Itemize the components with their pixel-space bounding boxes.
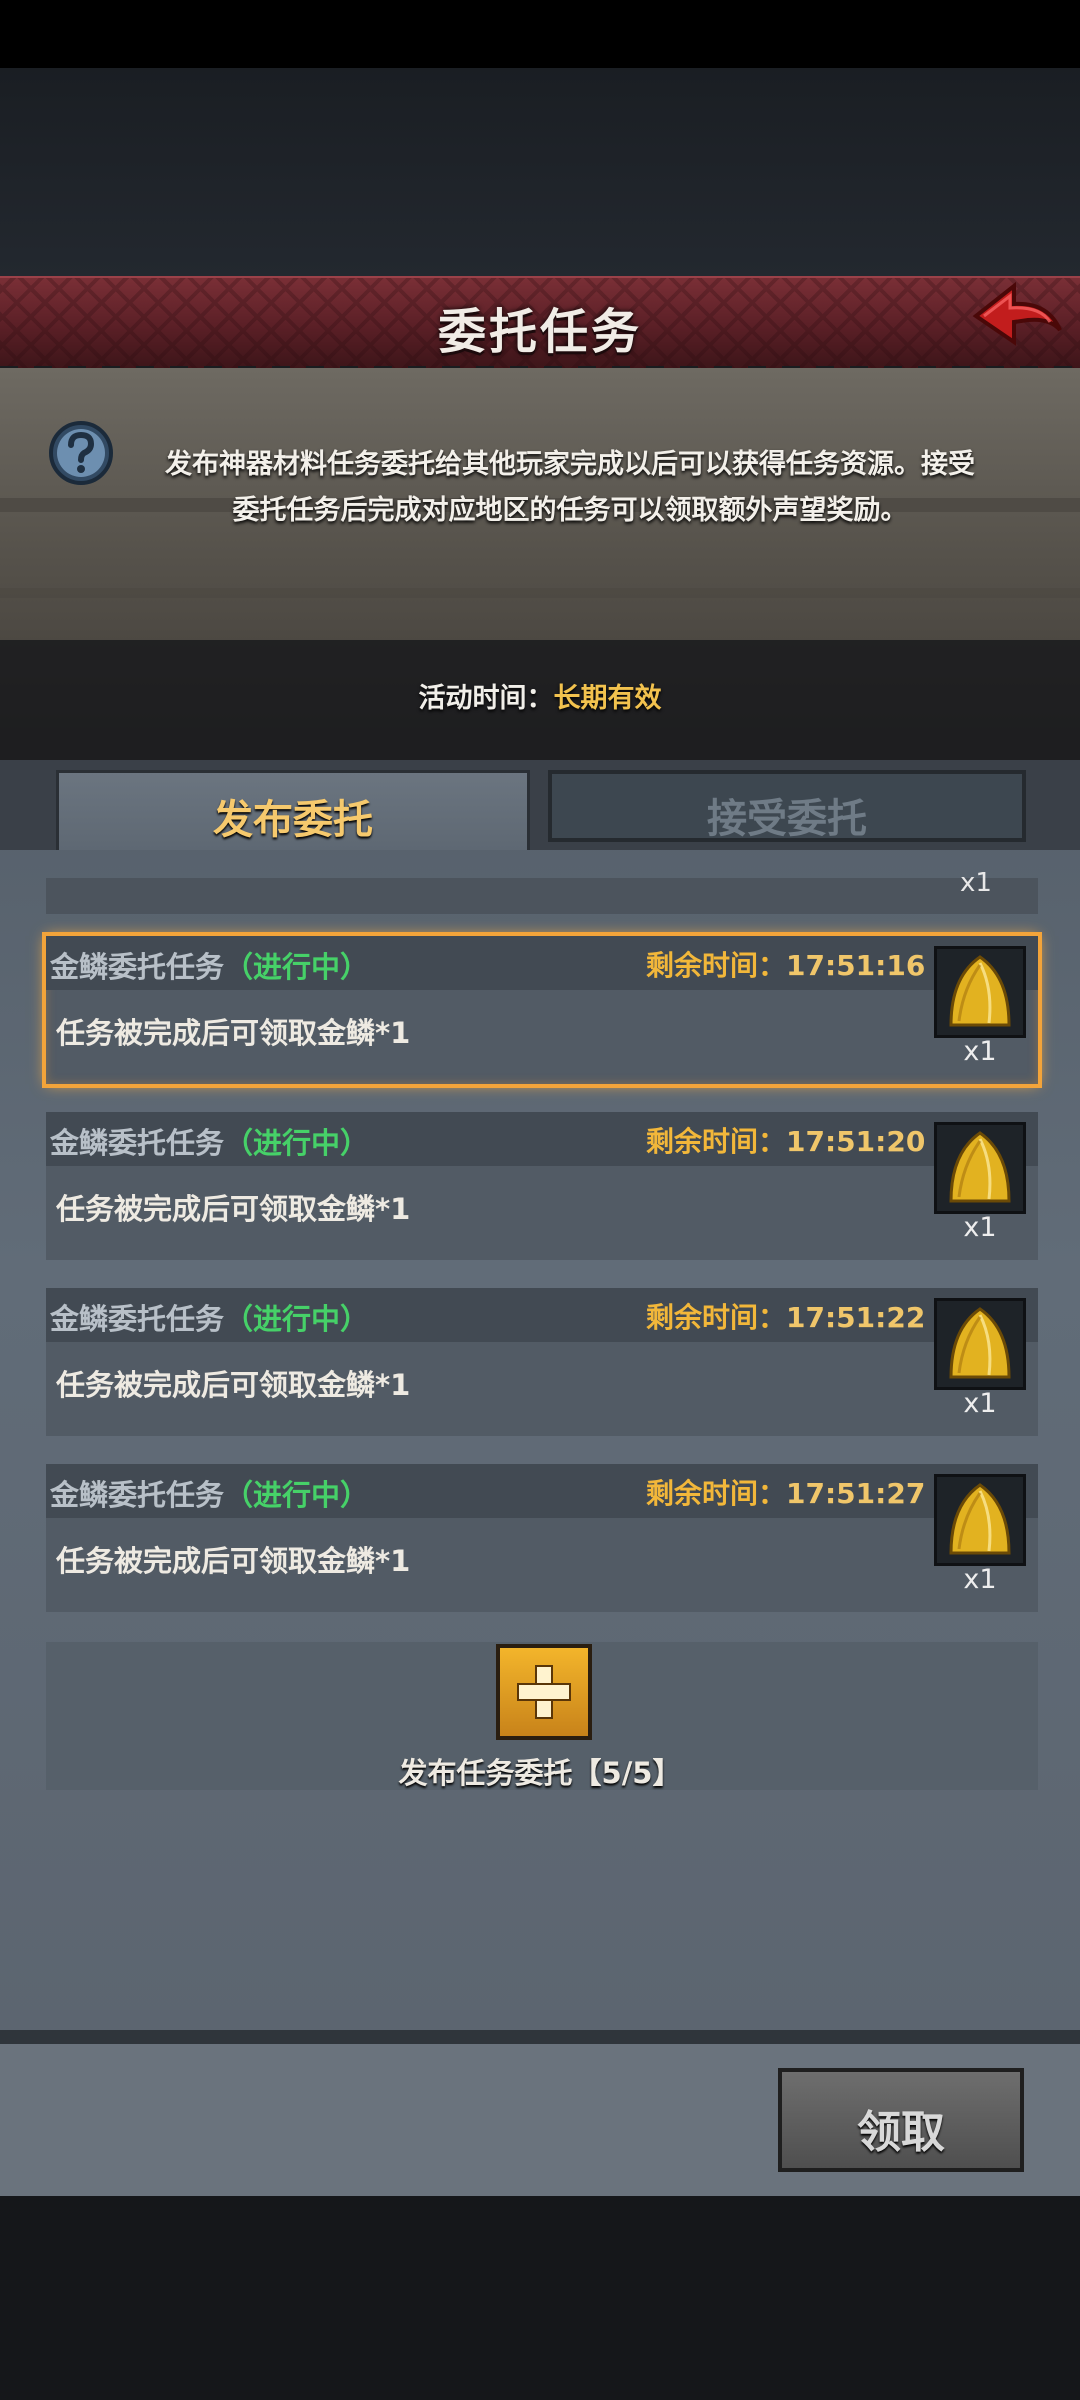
reward-qty: x1: [963, 1388, 997, 1419]
time-label: 剩余时间：: [646, 1477, 787, 1510]
divider: [0, 2030, 1080, 2044]
back-arrow-icon[interactable]: [970, 280, 1066, 356]
time-label: 剩余时间：: [646, 1125, 787, 1158]
task-name: 金鳞委托任务: [50, 1478, 225, 1512]
task-card[interactable]: 金鳞委托任务（进行中） 剩余时间：17:51:22 任务被完成后可领取金鳞*1 …: [46, 1288, 1038, 1436]
partial-reward-qty: x1: [960, 868, 992, 898]
bottom-background: [0, 2196, 1080, 2400]
claim-button[interactable]: 领取: [778, 2068, 1024, 2172]
partial-task-row: [46, 878, 1038, 914]
golden-scale-icon: [949, 1483, 1011, 1555]
task-description: 任务被完成后可领取金鳞*1: [56, 1368, 411, 1402]
reward-qty: x1: [963, 1564, 997, 1595]
reward-slot[interactable]: [934, 946, 1026, 1038]
reward-qty: x1: [963, 1212, 997, 1243]
time-value: 17:51:20: [786, 1125, 926, 1158]
task-name: 金鳞委托任务: [50, 1302, 225, 1336]
description: 发布神器材料任务委托给其他玩家完成以后可以获得任务资源。接受 委托任务后完成对应…: [165, 449, 975, 526]
task-description: 任务被完成后可领取金鳞*1: [56, 1544, 411, 1578]
reward-slot[interactable]: [934, 1122, 1026, 1214]
task-card[interactable]: 金鳞委托任务（进行中） 剩余时间：17:51:20 任务被完成后可领取金鳞*1 …: [46, 1112, 1038, 1260]
task-status: （进行中）: [224, 1126, 370, 1160]
task-description: 任务被完成后可领取金鳞*1: [56, 1192, 411, 1226]
top-status-bar: [0, 0, 1080, 68]
plus-icon: [517, 1665, 571, 1719]
title-banner: 委托任务: [0, 276, 1080, 374]
reward-slot[interactable]: [934, 1298, 1026, 1390]
tab-accept[interactable]: 接受委托: [548, 770, 1026, 842]
golden-scale-icon: [949, 955, 1011, 1027]
golden-scale-icon: [949, 1131, 1011, 1203]
golden-scale-icon: [949, 1307, 1011, 1379]
task-status: （进行中）: [224, 950, 370, 984]
task-name: 金鳞委托任务: [50, 1126, 225, 1160]
time-label: 剩余时间：: [646, 949, 787, 982]
task-status: （进行中）: [224, 1478, 370, 1512]
task-status: （进行中）: [224, 1302, 370, 1336]
time-value: 17:51:27: [786, 1477, 926, 1510]
task-name: 金鳞委托任务: [50, 950, 225, 984]
task-description: 任务被完成后可领取金鳞*1: [56, 1016, 411, 1050]
top-background: [0, 68, 1080, 276]
question-mark-icon[interactable]: [48, 420, 114, 486]
time-value: 17:51:22: [786, 1301, 926, 1334]
tab-publish[interactable]: 发布委托: [56, 770, 530, 850]
activity-time: 活动时间：长期有效: [418, 683, 662, 714]
reward-qty: x1: [963, 1036, 997, 1067]
add-task-button[interactable]: [496, 1644, 592, 1740]
reward-slot[interactable]: [934, 1474, 1026, 1566]
time-label: 剩余时间：: [646, 1301, 787, 1334]
task-card[interactable]: 金鳞委托任务（进行中） 剩余时间：17:51:16 任务被完成后可领取金鳞*1 …: [42, 932, 1042, 1088]
time-value: 17:51:16: [786, 949, 926, 982]
page-title: 委托任务: [437, 304, 642, 360]
task-card[interactable]: 金鳞委托任务（进行中） 剩余时间：17:51:27 任务被完成后可领取金鳞*1 …: [46, 1464, 1038, 1612]
publish-label: 发布任务委托【5/5】: [398, 1756, 682, 1790]
